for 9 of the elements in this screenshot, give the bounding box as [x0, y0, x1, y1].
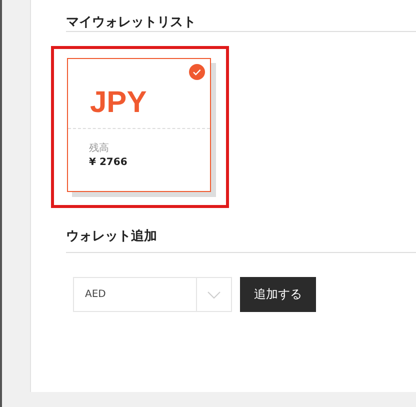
currency-code: JPY: [90, 86, 147, 120]
section-title: マイウォレットリスト: [66, 14, 197, 31]
currency-select[interactable]: AED: [73, 277, 232, 312]
check-icon: [189, 64, 205, 80]
section-title: ウォレット追加: [66, 228, 158, 246]
balance-label: 残高: [88, 142, 110, 155]
balance-value: ¥ 2766: [88, 156, 128, 168]
add-button[interactable]: 追加する: [240, 277, 316, 312]
chevron-down-icon: [207, 290, 221, 298]
